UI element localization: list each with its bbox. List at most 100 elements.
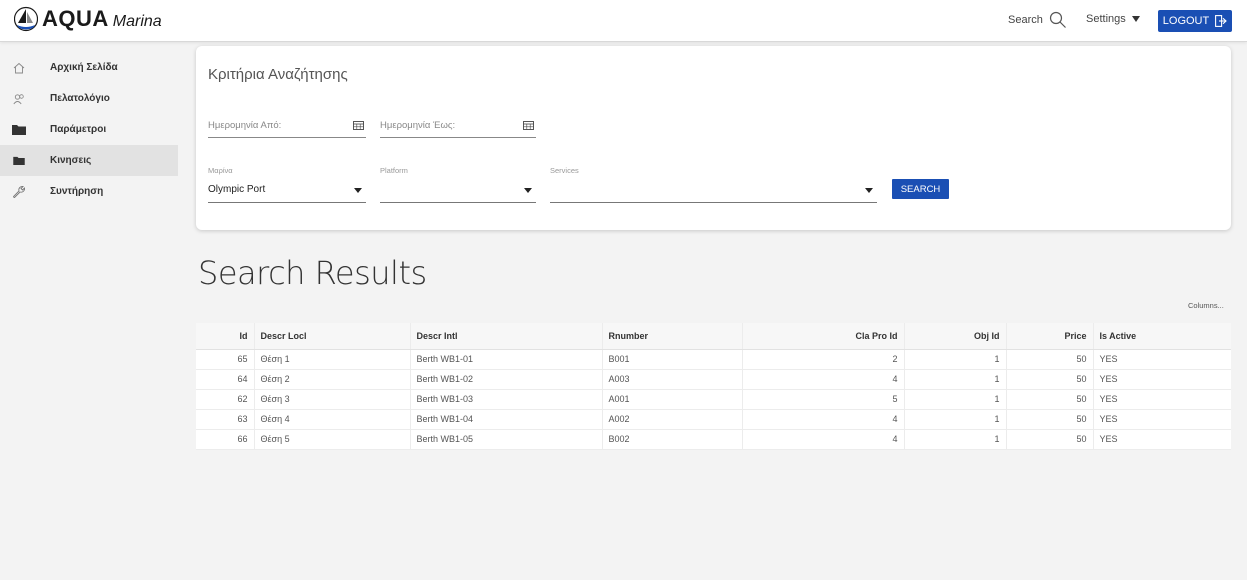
cell-id: 64	[196, 369, 255, 390]
cell-id: 63	[196, 409, 255, 430]
settings-label: Settings	[1086, 13, 1126, 25]
chevron-down-icon	[865, 188, 873, 193]
column-header-descr-locl[interactable]: Descr Locl	[254, 323, 411, 350]
cell-rnumber: B002	[602, 429, 743, 450]
cell-cla-pro-id: 5	[742, 389, 905, 410]
cell-descr-intl: Berth WB1-01	[410, 349, 603, 370]
results-table: Id Descr Locl Descr Intl Rnumber Cla Pro…	[196, 323, 1231, 450]
cell-obj-id: 1	[904, 349, 1007, 370]
table-row[interactable]: 62 Θέση 3 Berth WB1-03 A001 5 1 50 YES	[196, 389, 1231, 410]
calendar-icon[interactable]	[353, 120, 364, 130]
platform-select[interactable]	[380, 180, 536, 203]
marina-select[interactable]: Olympic Port	[208, 180, 366, 203]
criteria-title: Κριτήρια Αναζήτησης	[208, 66, 348, 83]
column-header-cla-pro-id[interactable]: Cla Pro Id	[742, 323, 905, 350]
sailboat-logo-icon	[14, 6, 38, 32]
cell-rnumber: A001	[602, 389, 743, 410]
sidebar-item-label: Συντήρηση	[50, 186, 104, 197]
sidebar-item-maintenance[interactable]: Συντήρηση	[0, 176, 178, 207]
column-header-id[interactable]: Id	[196, 323, 255, 350]
cell-is-active: YES	[1093, 369, 1231, 390]
cell-cla-pro-id: 2	[742, 349, 905, 370]
logout-label: LOGOUT	[1162, 15, 1210, 27]
search-icon	[1049, 11, 1066, 28]
cell-cla-pro-id: 4	[742, 369, 905, 390]
marina-value: Olympic Port	[208, 184, 266, 195]
cell-is-active: YES	[1093, 409, 1231, 430]
column-header-descr-intl[interactable]: Descr Intl	[410, 323, 603, 350]
cell-price: 50	[1006, 389, 1094, 410]
marina-label: Μαρίνα	[208, 166, 233, 175]
logo-text: AQUA	[42, 6, 109, 31]
table-row[interactable]: 63 Θέση 4 Berth WB1-04 A002 4 1 50 YES	[196, 409, 1231, 430]
cell-id: 62	[196, 389, 255, 410]
cell-price: 50	[1006, 369, 1094, 390]
sidebar-item-customers[interactable]: Πελατολόγιο	[0, 83, 178, 114]
calendar-icon[interactable]	[523, 120, 534, 130]
results-title: Search Results	[198, 254, 427, 292]
cell-cla-pro-id: 4	[742, 409, 905, 430]
column-header-obj-id[interactable]: Obj Id	[904, 323, 1007, 350]
date-from-placeholder: Ημερομηνία Από:	[208, 120, 282, 131]
date-from-field[interactable]: Ημερομηνία Από:	[208, 116, 366, 138]
cell-obj-id: 1	[904, 389, 1007, 410]
cell-descr-locl: Θέση 3	[254, 389, 411, 410]
sidebar-item-label: Αρχική Σελίδα	[50, 62, 118, 73]
cell-rnumber: A002	[602, 409, 743, 430]
services-select[interactable]	[550, 180, 877, 203]
top-search-button[interactable]: Search	[1008, 11, 1067, 29]
cell-descr-intl: Berth WB1-05	[410, 429, 603, 450]
folder-icon	[12, 123, 26, 137]
cell-obj-id: 1	[904, 409, 1007, 430]
date-to-placeholder: Ημερομηνία Έως:	[380, 120, 456, 131]
table-row[interactable]: 66 Θέση 5 Berth WB1-05 B002 4 1 50 YES	[196, 429, 1231, 450]
logout-button[interactable]: LOGOUT	[1158, 10, 1232, 32]
top-bar: AQUA Marina Search Settings LOGOUT	[0, 0, 1247, 42]
search-button[interactable]: SEARCH	[892, 179, 949, 199]
caret-down-icon	[1131, 16, 1140, 22]
cell-id: 65	[196, 349, 255, 370]
home-icon	[12, 61, 26, 75]
chevron-down-icon	[354, 188, 362, 193]
cell-is-active: YES	[1093, 389, 1231, 410]
sidebar-item-label: Κινησεις	[50, 155, 92, 166]
cell-cla-pro-id: 4	[742, 429, 905, 450]
cell-descr-locl: Θέση 2	[254, 369, 411, 390]
cell-descr-intl: Berth WB1-02	[410, 369, 603, 390]
columns-link[interactable]: Columns...	[1188, 301, 1224, 310]
top-search-label: Search	[1008, 14, 1043, 26]
cell-descr-locl: Θέση 1	[254, 349, 411, 370]
cell-obj-id: 1	[904, 369, 1007, 390]
sidebar-item-parameters[interactable]: Παράμετροι	[0, 114, 178, 145]
logo[interactable]: AQUA Marina	[14, 6, 162, 32]
table-row[interactable]: 65 Θέση 1 Berth WB1-01 B001 2 1 50 YES	[196, 349, 1231, 370]
cell-descr-locl: Θέση 4	[254, 409, 411, 430]
sidebar-item-label: Πελατολόγιο	[50, 93, 110, 104]
customers-icon	[12, 92, 26, 106]
date-to-field[interactable]: Ημερομηνία Έως:	[380, 116, 536, 138]
table-header-row: Id Descr Locl Descr Intl Rnumber Cla Pro…	[196, 323, 1231, 350]
cell-rnumber: A003	[602, 369, 743, 390]
wrench-icon	[12, 185, 26, 199]
cell-descr-locl: Θέση 5	[254, 429, 411, 450]
chevron-down-icon	[524, 188, 532, 193]
cell-descr-intl: Berth WB1-03	[410, 389, 603, 410]
cell-descr-intl: Berth WB1-04	[410, 409, 603, 430]
sidebar-item-movements[interactable]: Κινησεις	[0, 145, 178, 176]
column-header-is-active[interactable]: Is Active	[1093, 323, 1231, 350]
settings-dropdown[interactable]: Settings	[1086, 13, 1140, 25]
cell-is-active: YES	[1093, 429, 1231, 450]
cell-price: 50	[1006, 429, 1094, 450]
column-header-price[interactable]: Price	[1006, 323, 1094, 350]
services-label: Services	[550, 166, 579, 175]
sidebar: Αρχική Σελίδα Πελατολόγιο Παράμετροι Κιν…	[0, 52, 178, 207]
table-row[interactable]: 64 Θέση 2 Berth WB1-02 A003 4 1 50 YES	[196, 369, 1231, 390]
platform-label: Platform	[380, 166, 408, 175]
folder-icon	[12, 154, 26, 168]
sidebar-item-home[interactable]: Αρχική Σελίδα	[0, 52, 178, 83]
cell-price: 50	[1006, 349, 1094, 370]
column-header-rnumber[interactable]: Rnumber	[602, 323, 743, 350]
logo-subtext: Marina	[112, 13, 162, 30]
sidebar-item-label: Παράμετροι	[50, 124, 107, 135]
logout-icon	[1215, 15, 1228, 27]
